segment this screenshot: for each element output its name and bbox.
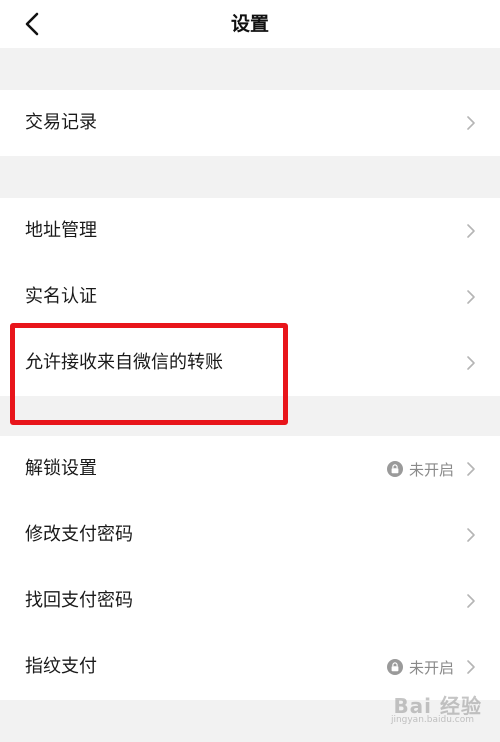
section-separator	[0, 156, 500, 198]
row-label: 允许接收来自微信的转账	[25, 352, 223, 373]
row-label: 修改支付密码	[25, 524, 133, 545]
row-label: 找回支付密码	[25, 590, 133, 611]
status-text: 未开启	[408, 460, 454, 479]
row-label: 实名认证	[25, 286, 97, 307]
chevron-right-icon	[467, 528, 475, 542]
row-address-management[interactable]: 地址管理	[0, 198, 500, 264]
lock-icon	[386, 461, 403, 477]
row-label: 交易记录	[25, 112, 97, 133]
row-label: 解锁设置	[25, 458, 97, 479]
status-indicator: 未开启	[386, 436, 454, 502]
chevron-right-icon	[467, 116, 475, 130]
page-title: 设置	[230, 13, 269, 35]
settings-screen: 设置 交易记录 地址管理 实名认证 允许接收来自微信的转账 解锁设置 未开启 修…	[0, 0, 500, 742]
row-unlock-settings[interactable]: 解锁设置 未开启	[0, 436, 500, 502]
row-recover-payment-password[interactable]: 找回支付密码	[0, 568, 500, 634]
section-separator	[0, 396, 500, 436]
row-realname-verification[interactable]: 实名认证	[0, 264, 500, 330]
status-text: 未开启	[408, 658, 454, 677]
header-bar: 设置	[0, 0, 500, 48]
section-separator	[0, 48, 500, 90]
chevron-right-icon	[467, 660, 475, 674]
row-allow-wechat-transfer[interactable]: 允许接收来自微信的转账	[0, 330, 500, 396]
row-label: 地址管理	[25, 220, 97, 241]
chevron-right-icon	[467, 462, 475, 476]
chevron-right-icon	[467, 356, 475, 370]
row-change-payment-password[interactable]: 修改支付密码	[0, 502, 500, 568]
row-transaction-records[interactable]: 交易记录	[0, 90, 500, 156]
row-label: 指纹支付	[25, 656, 97, 677]
lock-icon	[386, 659, 403, 675]
watermark-url: jingyan.baidu.com	[390, 715, 474, 725]
chevron-right-icon	[467, 290, 475, 304]
chevron-right-icon	[467, 594, 475, 608]
chevron-right-icon	[467, 224, 475, 238]
